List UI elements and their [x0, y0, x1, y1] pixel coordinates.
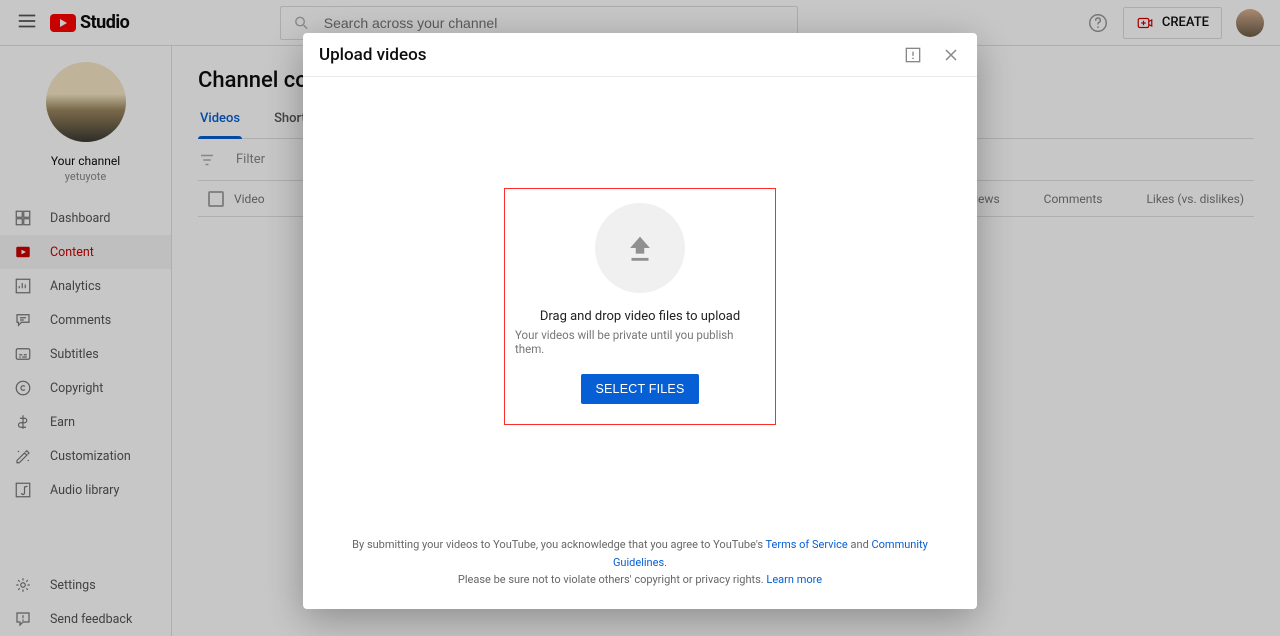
dialog-body: Drag and drop video files to upload Your…: [303, 77, 977, 536]
close-icon[interactable]: [941, 45, 961, 65]
dropzone-title: Drag and drop video files to upload: [540, 309, 740, 324]
dialog-footer: By submitting your videos to YouTube, yo…: [303, 536, 977, 609]
upload-dialog: Upload videos Drag and drop video files …: [303, 33, 977, 609]
upload-icon[interactable]: [595, 203, 685, 293]
learn-more-link[interactable]: Learn more: [766, 573, 822, 586]
footer-text: Please be sure not to violate others' co…: [458, 573, 767, 586]
dialog-title: Upload videos: [319, 45, 426, 65]
modal-scrim[interactable]: Upload videos Drag and drop video files …: [0, 0, 1280, 636]
dropzone-subtitle: Your videos will be private until you pu…: [515, 328, 765, 356]
dialog-header: Upload videos: [303, 33, 977, 77]
footer-text: and: [848, 538, 872, 551]
select-files-button[interactable]: SELECT FILES: [581, 374, 698, 404]
dropzone-highlight: Drag and drop video files to upload Your…: [504, 188, 776, 425]
terms-link[interactable]: Terms of Service: [766, 538, 848, 551]
footer-text: By submitting your videos to YouTube, yo…: [352, 538, 765, 551]
footer-text: .: [664, 556, 667, 569]
report-icon[interactable]: [903, 45, 923, 65]
